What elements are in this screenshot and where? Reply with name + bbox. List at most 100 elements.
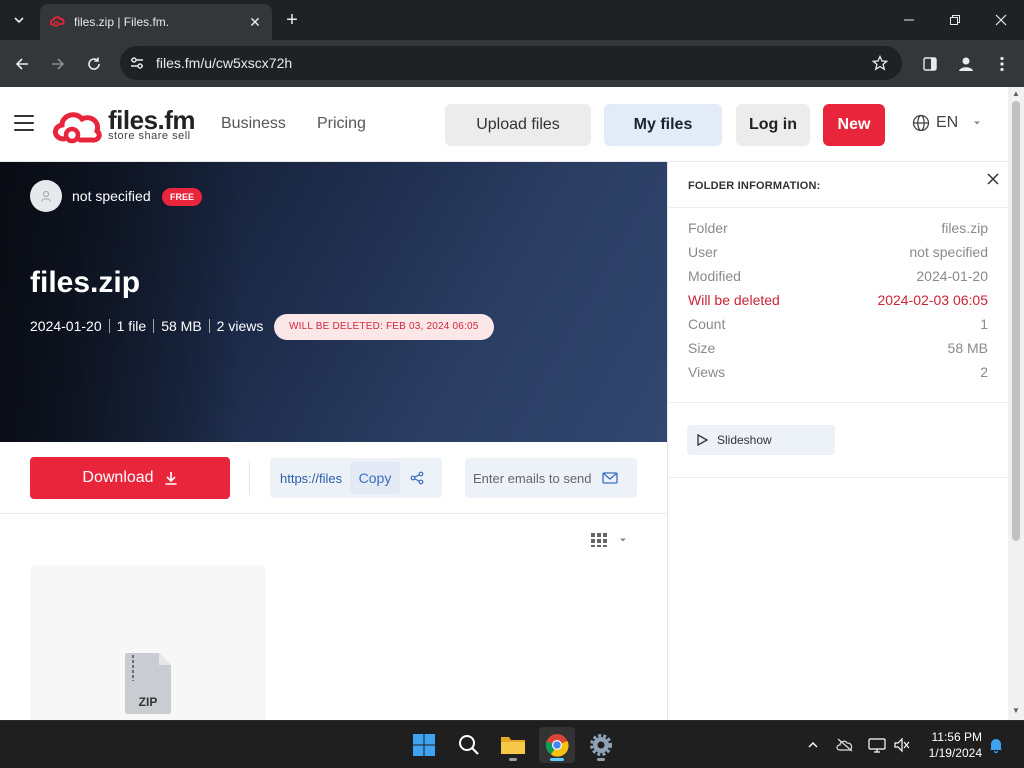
search-icon [459,735,479,755]
cloud-off-icon [836,738,853,752]
close-window-button[interactable] [978,0,1024,40]
info-key: Views [688,364,726,380]
files-fm-logo[interactable]: files.fm store share sell [52,105,202,147]
zip-file-icon: ZIP [123,651,173,715]
info-value: files.zip [941,220,988,236]
tab-close-icon[interactable]: ✕ [246,13,264,31]
nav-pricing-link[interactable]: Pricing [317,115,366,133]
info-value: 58 MB [947,340,988,356]
email-input[interactable] [465,462,593,494]
url-text[interactable]: files.fm/u/cw5xscx72h [156,55,868,71]
chrome-icon [545,734,569,757]
info-row-folder: Folder files.zip [688,216,988,240]
search-button[interactable] [451,727,487,763]
avatar[interactable] [30,180,62,212]
chrome-taskbar-button[interactable] [539,727,575,763]
info-row-will-be-deleted: Will be deleted 2024-02-03 06:05 [688,288,988,312]
upload-files-button[interactable]: Upload files [445,104,591,146]
user-icon [41,191,51,202]
grid-view-icon [591,533,607,547]
slideshow-button[interactable]: Slideshow [687,425,835,455]
hamburger-menu-icon[interactable] [14,115,34,133]
delete-notice-badge: WILL BE DELETED: FEB 03, 2024 06:05 [274,314,494,340]
page-scrollbar[interactable]: ▲ ▼ [1008,87,1024,720]
tab-search-button[interactable] [6,8,32,32]
scroll-down-arrow-icon[interactable]: ▼ [1012,707,1020,715]
volume-tray-icon[interactable] [892,735,912,755]
windows-taskbar: 11:56 PM 1/19/2024 [0,720,1024,768]
system-clock[interactable]: 11:56 PM 1/19/2024 [920,729,982,761]
meta-date: 2024-01-20 [30,318,102,334]
show-hidden-icons-button[interactable] [803,735,823,755]
copy-button[interactable]: Copy [350,462,400,494]
network-tray-icon[interactable] [867,735,887,755]
nav-business-link[interactable]: Business [221,115,286,133]
restore-button[interactable] [932,0,978,40]
meta-views: 2 views [216,318,264,334]
forward-button[interactable] [45,51,71,77]
info-key: Size [688,340,716,356]
file-card[interactable]: ZIP [30,565,266,720]
slideshow-label: Slideshow [717,433,772,447]
info-value: 2024-02-03 06:05 [877,292,988,308]
browser-tab[interactable]: files.zip | Files.fm. ✕ [40,4,272,40]
divider [668,477,1008,478]
browser-toolbar: files.fm/u/cw5xscx72h [0,40,1024,87]
info-key: Will be deleted [688,292,780,308]
folder-icon [501,737,525,754]
arrow-left-icon [15,58,28,70]
info-key: Count [688,316,726,332]
info-key: Folder [688,220,728,236]
chevron-down-icon [14,17,24,24]
new-button[interactable]: New [823,104,885,146]
notifications-button[interactable] [986,735,1006,755]
new-tab-button[interactable]: + [282,10,302,30]
share-button[interactable] [400,462,434,494]
share-link-text[interactable]: https://files [270,471,350,486]
divider [249,461,250,495]
info-row-user: User not specified [688,240,988,264]
bookmark-button[interactable] [868,51,892,75]
address-bar[interactable]: files.fm/u/cw5xscx72h [120,46,902,80]
scroll-thumb[interactable] [1012,101,1020,541]
file-explorer-button[interactable] [495,727,531,763]
restore-icon [950,15,960,25]
view-mode-toggle[interactable] [590,530,630,550]
share-link-box: https://files Copy [270,458,442,498]
info-value: 2024-01-20 [916,268,988,284]
side-panel-button[interactable] [918,52,942,76]
minimize-button[interactable] [886,0,932,40]
tune-icon [131,57,143,69]
start-button[interactable] [406,727,442,763]
minimize-icon [904,19,914,21]
send-email-button[interactable] [593,462,627,494]
reload-button[interactable] [81,51,107,77]
download-button[interactable]: Download [30,457,230,499]
cloud-logo-icon [53,112,102,144]
divider [668,207,1008,208]
running-indicator [509,758,517,761]
settings-taskbar-button[interactable] [583,727,619,763]
close-icon [987,173,999,185]
owner-name[interactable]: not specified [72,188,151,204]
profile-button[interactable] [954,52,978,76]
divider [0,513,667,514]
back-button[interactable] [9,51,35,77]
language-selector[interactable]: EN [912,114,982,132]
log-in-button[interactable]: Log in [736,104,810,146]
scroll-up-arrow-icon[interactable]: ▲ [1012,90,1020,98]
plan-badge: FREE [162,188,203,206]
reload-icon [88,57,100,70]
more-vert-icon [1000,56,1004,72]
play-icon [697,433,709,447]
site-info-button[interactable] [122,48,152,78]
browser-menu-button[interactable] [990,52,1014,76]
my-files-button[interactable]: My files [604,104,722,146]
browser-tab-bar: files.zip | Files.fm. ✕ + [0,0,1024,40]
gear-icon [590,734,612,756]
folder-title: files.zip [30,266,141,299]
info-value: 2 [980,364,988,380]
onedrive-tray-icon[interactable] [835,735,855,755]
windows-logo-icon [413,734,435,756]
close-panel-button[interactable] [984,170,1002,188]
